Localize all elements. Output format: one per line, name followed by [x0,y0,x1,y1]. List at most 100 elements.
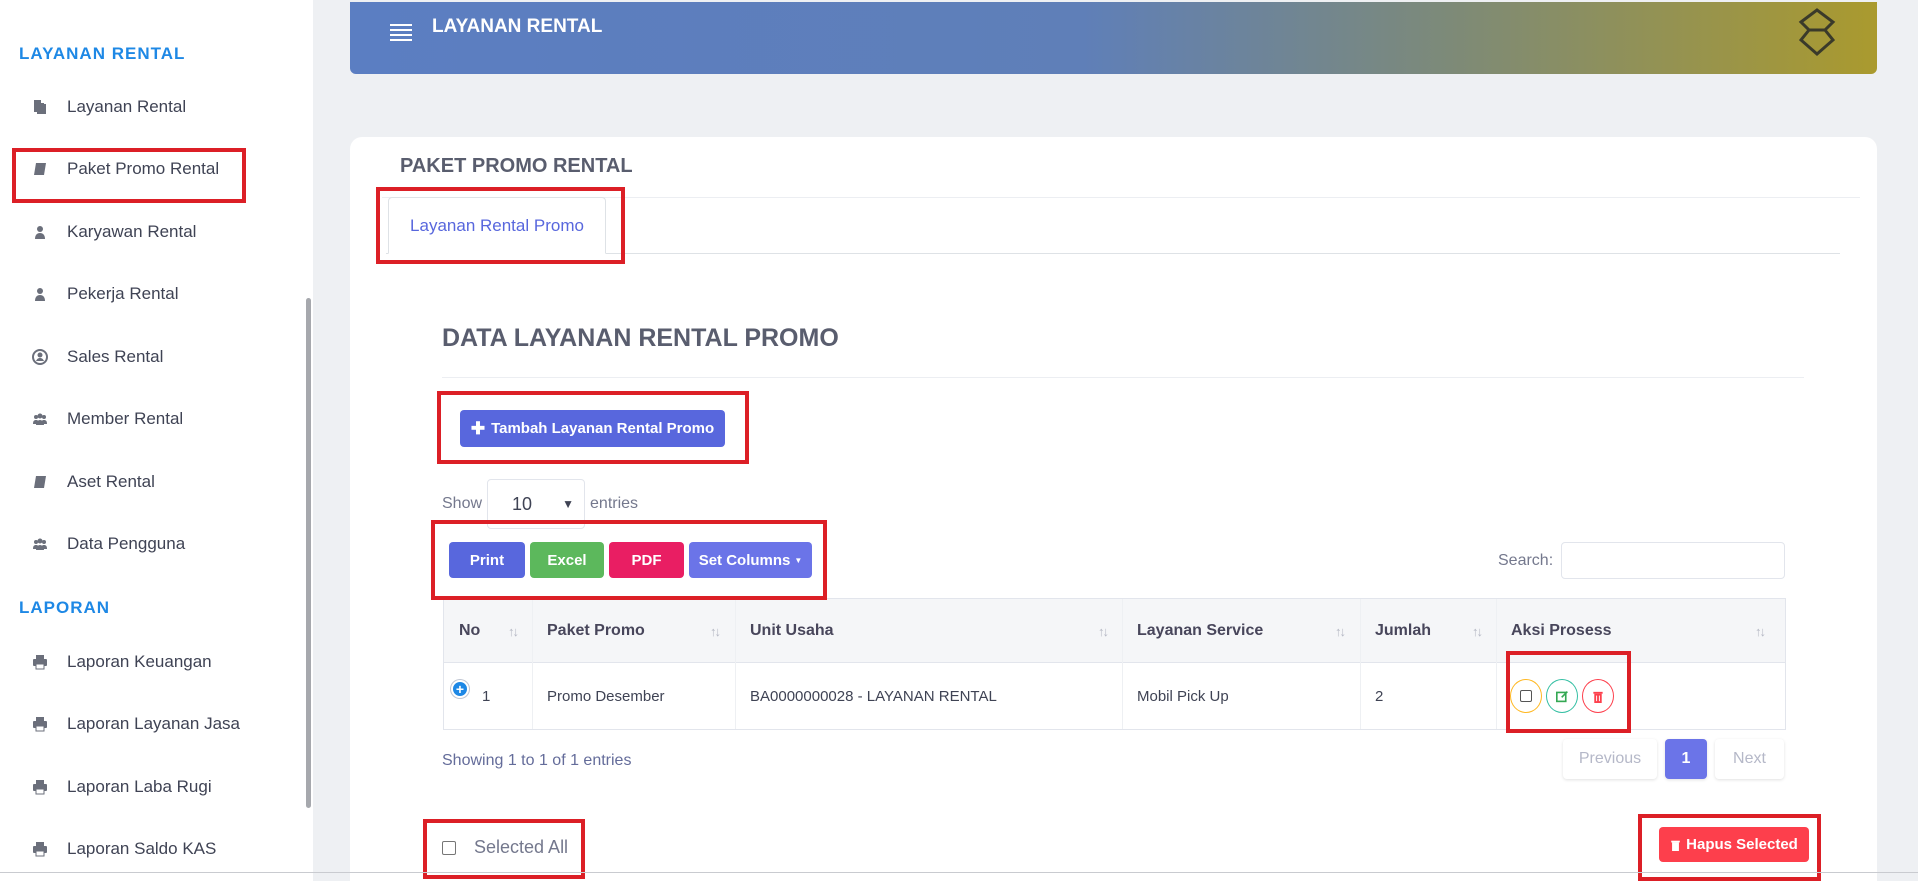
page-length-select[interactable]: 10 ▼ [487,479,586,529]
book-icon [30,159,50,179]
select-all-checkbox[interactable] [442,840,456,855]
top-header: LAYANAN RENTAL [350,2,1877,74]
sidebar-item-member-rental[interactable]: Member Rental [30,399,290,439]
print-icon [30,839,50,859]
column-header-aksi-prosess[interactable]: Aksi Prosess [1511,599,1612,663]
search-input[interactable] [1561,542,1785,579]
sidebar-item-sales-rental[interactable]: Sales Rental [30,337,290,377]
entries-label: entries [590,495,639,512]
section-title: DATA LAYANAN RENTAL PROMO [442,324,839,352]
sidebar-item-paket-promo-rental[interactable]: Paket Promo Rental [30,149,290,189]
delete-selected-button[interactable]: Hapus Selected [1659,827,1809,862]
cell-layanan-service: Mobil Pick Up [1137,687,1229,705]
delete-button[interactable] [1582,679,1614,713]
column-header-no[interactable]: No [459,599,480,663]
sidebar-item-layanan-rental[interactable]: Layanan Rental [30,87,290,127]
tab-layanan-rental-promo[interactable]: Layanan Rental Promo [388,197,606,254]
sort-icon: ↑↓ [508,624,519,639]
sidebar-section-laporan: LAPORAN [19,598,111,617]
sidebar-item-label: Laporan Layanan Jasa [67,714,240,733]
user-secret-icon [30,222,50,242]
column-header-jumlah[interactable]: Jumlah [1375,599,1431,663]
set-columns-label: Set Columns [698,551,791,569]
sidebar-item-label: Karyawan Rental [67,222,197,241]
pagination-next[interactable]: Next [1715,739,1784,779]
cell-paket-promo: Promo Desember [547,687,665,705]
sidebar-item-label: Sales Rental [67,347,164,366]
pagination-previous[interactable]: Previous [1563,739,1657,779]
user-circle-icon [30,347,50,367]
show-label: Show [442,495,483,512]
column-header-paket-promo[interactable]: Paket Promo [547,599,645,663]
hamburger-menu-icon[interactable] [390,24,412,41]
pdf-button[interactable]: PDF [609,542,684,578]
brand-logo-icon [1798,8,1836,56]
divider [442,377,1804,378]
user-icon [30,284,50,304]
sort-icon: ↑↓ [1335,624,1346,639]
cell-unit-usaha: BA0000000028 - LAYANAN RENTAL [750,687,997,705]
add-promo-button-label: Tambah Layanan Rental Promo [491,420,715,437]
sidebar-item-label: Member Rental [67,409,184,428]
data-table: No ↑↓ Paket Promo ↑↓ Unit Usaha ↑↓ Layan… [443,598,1786,730]
trash-icon [1671,840,1680,851]
column-header-unit-usaha[interactable]: Unit Usaha [750,599,834,663]
set-columns-button[interactable]: Set Columns ▼ [689,542,812,578]
edit-icon [1555,690,1568,702]
trash-icon [1593,691,1603,703]
page-length-value: 10 [512,493,533,514]
sort-icon: ↑↓ [1098,624,1109,639]
print-icon [30,777,50,797]
sidebar-item-karyawan-rental[interactable]: Karyawan Rental [30,212,290,252]
header-title: LAYANAN RENTAL [432,16,603,37]
checkbox-icon [1520,690,1532,702]
users-icon [30,534,50,554]
chevron-down-icon: ▼ [562,497,575,511]
sidebar-item-label: Layanan Rental [67,97,187,116]
book-icon [30,472,50,492]
sidebar-item-pekerja-rental[interactable]: Pekerja Rental [30,274,290,314]
sort-icon: ↑↓ [710,624,721,639]
table-header: No ↑↓ Paket Promo ↑↓ Unit Usaha ↑↓ Layan… [444,599,1785,663]
print-button[interactable]: Print [449,542,525,578]
add-promo-button[interactable]: ✚ Tambah Layanan Rental Promo [460,410,725,447]
excel-button[interactable]: Excel [530,542,604,578]
caret-down-icon: ▼ [794,555,803,565]
edit-button[interactable] [1546,679,1578,713]
sidebar-item-label: Pekerja Rental [67,284,179,303]
sidebar: LAYANAN RENTAL Layanan Rental Paket Prom… [0,0,313,881]
sidebar-item-laporan-layanan-jasa[interactable]: Laporan Layanan Jasa [30,704,290,744]
pagination-page-1[interactable]: 1 [1665,739,1707,779]
column-header-layanan-service[interactable]: Layanan Service [1137,599,1263,663]
users-icon [30,409,50,429]
sidebar-section-layanan: LAYANAN RENTAL [19,44,186,63]
sidebar-scrollbar[interactable] [306,298,311,808]
sidebar-item-aset-rental[interactable]: Aset Rental [30,462,290,502]
select-all-control[interactable]: Selected All [442,837,568,858]
sidebar-item-label: Aset Rental [67,472,155,491]
sidebar-item-label: Paket Promo Rental [67,159,220,178]
sidebar-item-label: Laporan Saldo KAS [67,839,217,858]
sort-icon: ↑↓ [1472,624,1483,639]
sidebar-item-laporan-keuangan[interactable]: Laporan Keuangan [30,642,290,682]
sidebar-item-laporan-laba-rugi[interactable]: Laporan Laba Rugi [30,767,290,807]
main-card: PAKET PROMO RENTAL Layanan Rental Promo … [350,137,1877,881]
copy-icon [30,97,50,117]
sidebar-item-label: Laporan Keuangan [67,652,212,671]
page-length-control: Show 10 ▼ entries [442,479,638,529]
window-bottom-edge [0,872,1918,873]
sidebar-item-data-pengguna[interactable]: Data Pengguna [30,524,290,564]
sidebar-item-laporan-saldo-kas[interactable]: Laporan Saldo KAS [30,829,290,869]
sidebar-item-label: Data Pengguna [67,534,186,553]
select-row-checkbox[interactable] [1510,679,1542,713]
sort-icon: ↑↓ [1755,624,1766,639]
cell-jumlah: 2 [1375,687,1384,705]
search-label: Search: [1498,552,1554,569]
plus-icon: ✚ [470,418,486,438]
table-info: Showing 1 to 1 of 1 entries [442,752,632,769]
sidebar-item-label: Laporan Laba Rugi [67,777,212,796]
expand-row-icon[interactable]: + [451,680,469,698]
card-title: PAKET PROMO RENTAL [400,155,633,177]
print-icon [30,652,50,672]
print-icon [30,714,50,734]
